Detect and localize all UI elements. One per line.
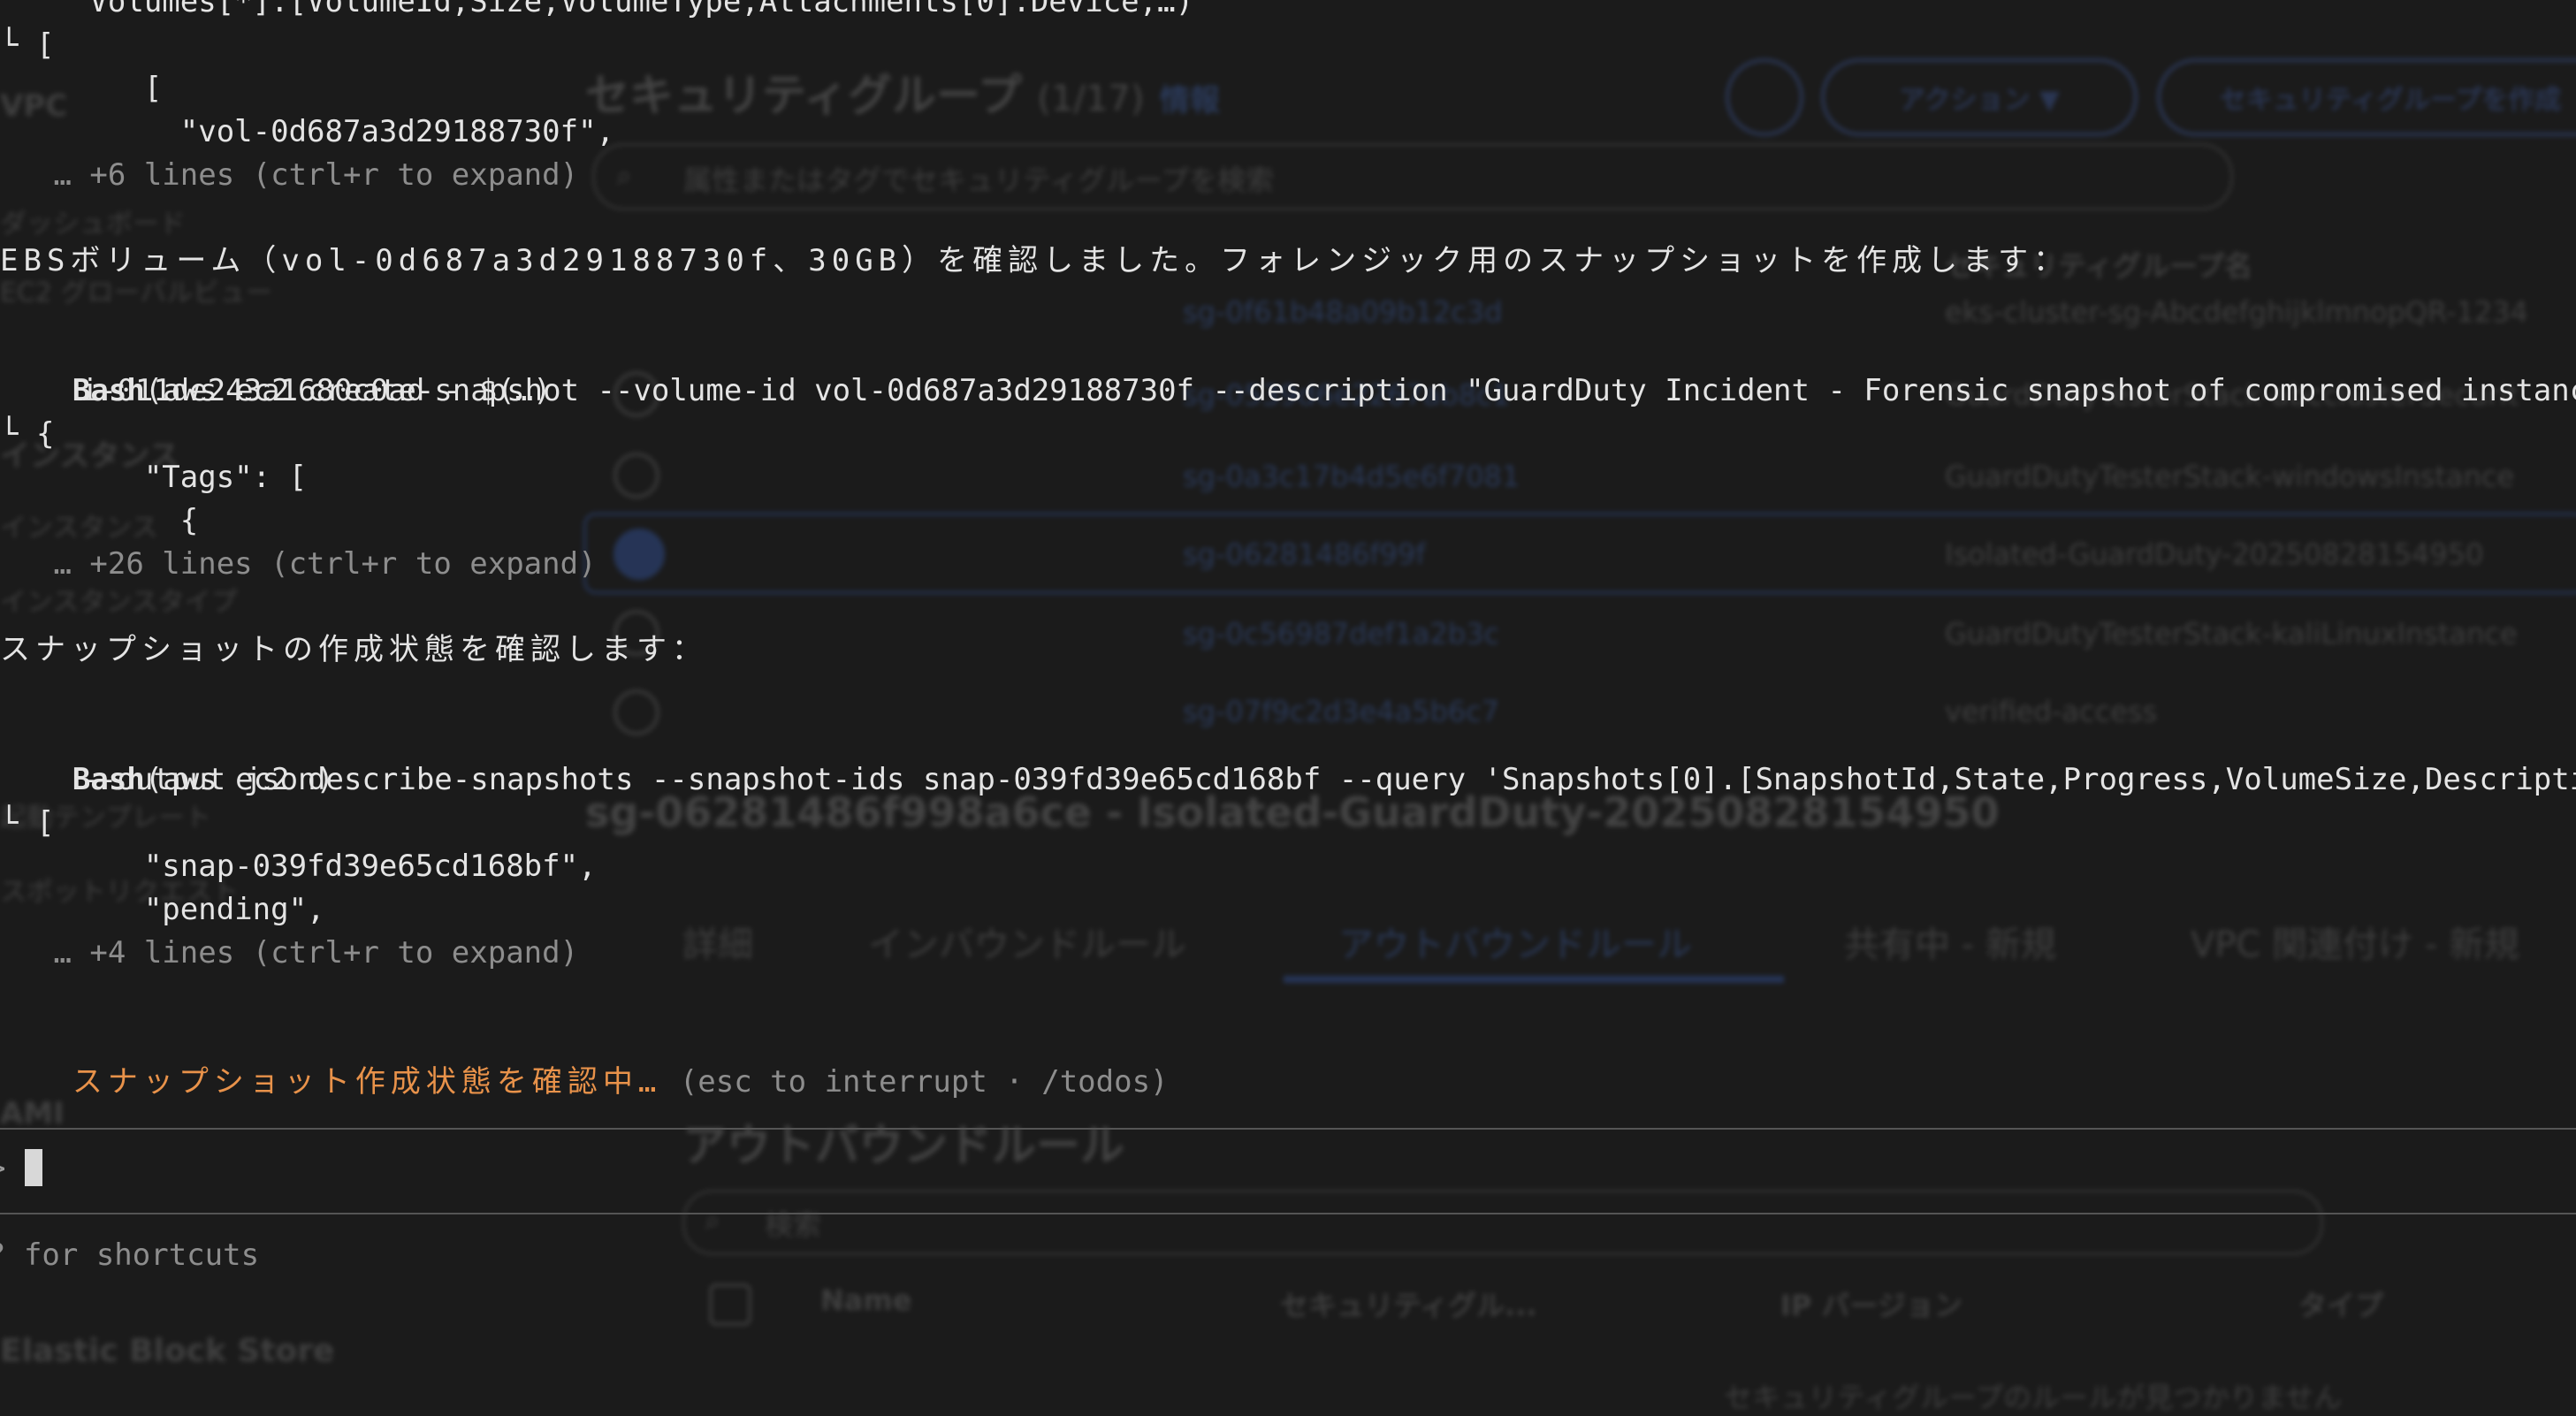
- collapsed-output-hint[interactable]: … +6 lines (ctrl+r to expand): [35, 154, 578, 197]
- output-line: "Tags": [: [35, 460, 308, 495]
- output-line: "pending",: [35, 892, 325, 927]
- output-line: └ [: [0, 27, 55, 63]
- interrupt-hint: (esc to interrupt · /todos): [661, 1064, 1169, 1100]
- tool-call-line: Bash(aws ec2 describe-snapshots --snapsh…: [0, 715, 2576, 845]
- tool-command: (aws ec2 describe-snapshots --snapshot-i…: [144, 762, 2576, 797]
- output-line: "snap-039fd39e65cd168bf",: [35, 849, 597, 884]
- output-line: Volumes[*].[VolumeId,Size,VolumeType,Att…: [35, 0, 1194, 19]
- output-line: └ [: [0, 805, 55, 841]
- shortcuts-hint: ? for shortcuts: [0, 1237, 260, 1273]
- collapsed-output-hint[interactable]: … +4 lines (ctrl+r to expand): [35, 932, 578, 975]
- output-line: i-011de243a1680c0ad - $(…): [27, 373, 552, 408]
- input-box-top-border: [0, 1128, 2576, 1130]
- terminal-window: Volumes[*].[VolumeId,Size,VolumeType,Att…: [0, 0, 2576, 1409]
- input-box-bottom-border: [0, 1213, 2576, 1214]
- output-line: [: [35, 71, 163, 106]
- assistant-message: スナップショットの作成状態を確認します：: [0, 632, 707, 667]
- output-line: └ {: [0, 416, 55, 452]
- output-line: "vol-0d687a3d29188730f",: [35, 114, 615, 149]
- output-line: --output json): [27, 762, 334, 797]
- collapsed-output-hint[interactable]: … +26 lines (ctrl+r to expand): [35, 543, 596, 586]
- prompt-symbol: >: [0, 1147, 5, 1191]
- status-spinner-text: スナップショット作成状態を確認中…: [72, 1064, 662, 1100]
- assistant-message: EBSボリューム（vol-0d687a3d29188730f、30GB）を確認し…: [0, 243, 2069, 278]
- output-line: {: [35, 503, 199, 538]
- text-cursor[interactable]: [25, 1149, 42, 1186]
